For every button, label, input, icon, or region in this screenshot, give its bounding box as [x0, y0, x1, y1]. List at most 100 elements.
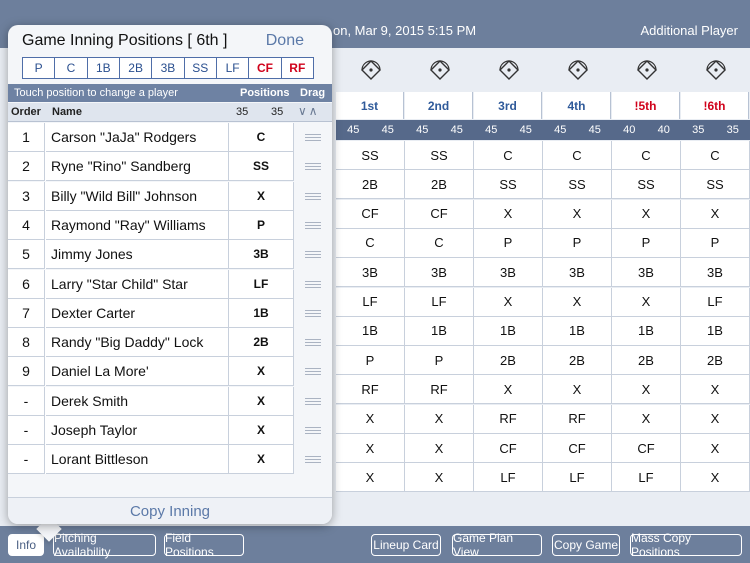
grid-cell[interactable]: P: [543, 228, 612, 257]
info-button[interactable]: Info: [8, 534, 44, 556]
grid-cell[interactable]: 3B: [612, 258, 681, 287]
grid-cell[interactable]: X: [612, 404, 681, 433]
grid-cell[interactable]: 1B: [681, 316, 750, 345]
grid-cell[interactable]: X: [681, 404, 750, 433]
drag-handle[interactable]: [294, 181, 332, 211]
pitching-availability-button[interactable]: Pitching Availability: [53, 531, 156, 559]
drag-handle[interactable]: [294, 445, 332, 475]
drag-handle[interactable]: [294, 386, 332, 416]
grid-cell[interactable]: X: [543, 287, 612, 316]
player-position[interactable]: X: [228, 181, 294, 211]
field-diagram-icon[interactable]: [681, 52, 750, 88]
grid-cell[interactable]: X: [681, 199, 750, 228]
field-diagram-icon[interactable]: [405, 52, 474, 88]
drag-handle[interactable]: [294, 240, 332, 270]
player-position[interactable]: P: [228, 210, 294, 240]
grid-cell[interactable]: LF: [543, 463, 612, 492]
grid-cell[interactable]: X: [612, 375, 681, 404]
drag-handle[interactable]: [294, 269, 332, 299]
grid-cell[interactable]: X: [681, 463, 750, 492]
grid-cell[interactable]: CF: [474, 434, 543, 462]
player-position[interactable]: X: [228, 445, 294, 475]
drag-handle[interactable]: [294, 123, 332, 152]
grid-cell[interactable]: 2B: [474, 346, 543, 375]
position-option[interactable]: LF: [217, 58, 250, 78]
grid-cell[interactable]: C: [405, 228, 474, 257]
inning-header[interactable]: 4th: [543, 92, 611, 119]
grid-cell[interactable]: X: [612, 199, 681, 228]
grid-cell[interactable]: X: [474, 199, 543, 228]
grid-cell[interactable]: LF: [612, 463, 681, 492]
player-position[interactable]: LF: [228, 269, 294, 299]
inning-header[interactable]: !5th: [612, 92, 680, 119]
grid-cell[interactable]: 3B: [405, 258, 474, 287]
grid-cell[interactable]: C: [336, 228, 405, 257]
done-button[interactable]: Done: [266, 32, 304, 50]
player-position[interactable]: X: [228, 386, 294, 416]
drag-handle[interactable]: [294, 152, 332, 182]
grid-cell[interactable]: X: [543, 375, 612, 404]
position-option[interactable]: CF: [249, 58, 282, 78]
player-position[interactable]: X: [228, 357, 294, 387]
grid-cell[interactable]: 3B: [681, 258, 750, 287]
position-option[interactable]: 1B: [88, 58, 120, 78]
field-diagram-icon[interactable]: [474, 52, 543, 88]
grid-cell[interactable]: 2B: [405, 170, 474, 199]
grid-cell[interactable]: P: [336, 346, 405, 375]
grid-cell[interactable]: X: [405, 463, 474, 492]
grid-cell[interactable]: X: [336, 434, 405, 462]
field-positions-button[interactable]: Field Positions: [164, 531, 244, 559]
grid-cell[interactable]: 1B: [543, 316, 612, 345]
grid-cell[interactable]: P: [681, 228, 750, 257]
player-position[interactable]: SS: [228, 152, 294, 182]
sort-arrows-icon[interactable]: ∨∧: [298, 104, 320, 118]
grid-cell[interactable]: SS: [474, 170, 543, 199]
grid-cell[interactable]: X: [405, 404, 474, 433]
grid-cell[interactable]: C: [612, 141, 681, 169]
grid-cell[interactable]: SS: [405, 141, 474, 169]
grid-cell[interactable]: X: [612, 287, 681, 316]
grid-cell[interactable]: 1B: [336, 316, 405, 345]
grid-cell[interactable]: C: [543, 141, 612, 169]
grid-cell[interactable]: X: [474, 375, 543, 404]
grid-cell[interactable]: 1B: [405, 316, 474, 345]
grid-cell[interactable]: 1B: [612, 316, 681, 345]
player-position[interactable]: C: [228, 123, 294, 152]
grid-cell[interactable]: CF: [336, 199, 405, 228]
inning-header[interactable]: 2nd: [405, 92, 473, 119]
grid-cell[interactable]: SS: [543, 170, 612, 199]
player-position[interactable]: 1B: [228, 298, 294, 328]
drag-handle[interactable]: [294, 210, 332, 240]
position-option[interactable]: P: [23, 58, 56, 78]
position-option[interactable]: SS: [185, 58, 217, 78]
grid-cell[interactable]: 3B: [474, 258, 543, 287]
position-option[interactable]: 3B: [152, 58, 185, 78]
grid-cell[interactable]: RF: [543, 404, 612, 433]
grid-cell[interactable]: RF: [474, 404, 543, 433]
grid-cell[interactable]: RF: [405, 375, 474, 404]
grid-cell[interactable]: X: [405, 434, 474, 462]
drag-handle[interactable]: [294, 357, 332, 387]
grid-cell[interactable]: 2B: [543, 346, 612, 375]
field-diagram-icon[interactable]: [612, 52, 681, 88]
grid-cell[interactable]: X: [681, 434, 750, 462]
grid-cell[interactable]: 2B: [336, 170, 405, 199]
player-position[interactable]: 2B: [228, 328, 294, 358]
grid-cell[interactable]: X: [681, 375, 750, 404]
field-diagram-icon[interactable]: [543, 52, 612, 88]
copy-inning-button[interactable]: Copy Inning: [8, 497, 332, 524]
position-option[interactable]: C: [55, 58, 88, 78]
drag-handle[interactable]: [294, 416, 332, 445]
player-position[interactable]: 3B: [228, 240, 294, 270]
grid-cell[interactable]: LF: [474, 463, 543, 492]
grid-cell[interactable]: P: [405, 346, 474, 375]
grid-cell[interactable]: X: [474, 287, 543, 316]
lineup-card-button[interactable]: Lineup Card: [371, 534, 441, 556]
grid-cell[interactable]: CF: [543, 434, 612, 462]
grid-cell[interactable]: LF: [405, 287, 474, 316]
grid-cell[interactable]: SS: [612, 170, 681, 199]
player-position[interactable]: X: [228, 416, 294, 445]
grid-cell[interactable]: CF: [612, 434, 681, 462]
drag-handle[interactable]: [294, 328, 332, 358]
grid-cell[interactable]: C: [681, 141, 750, 169]
